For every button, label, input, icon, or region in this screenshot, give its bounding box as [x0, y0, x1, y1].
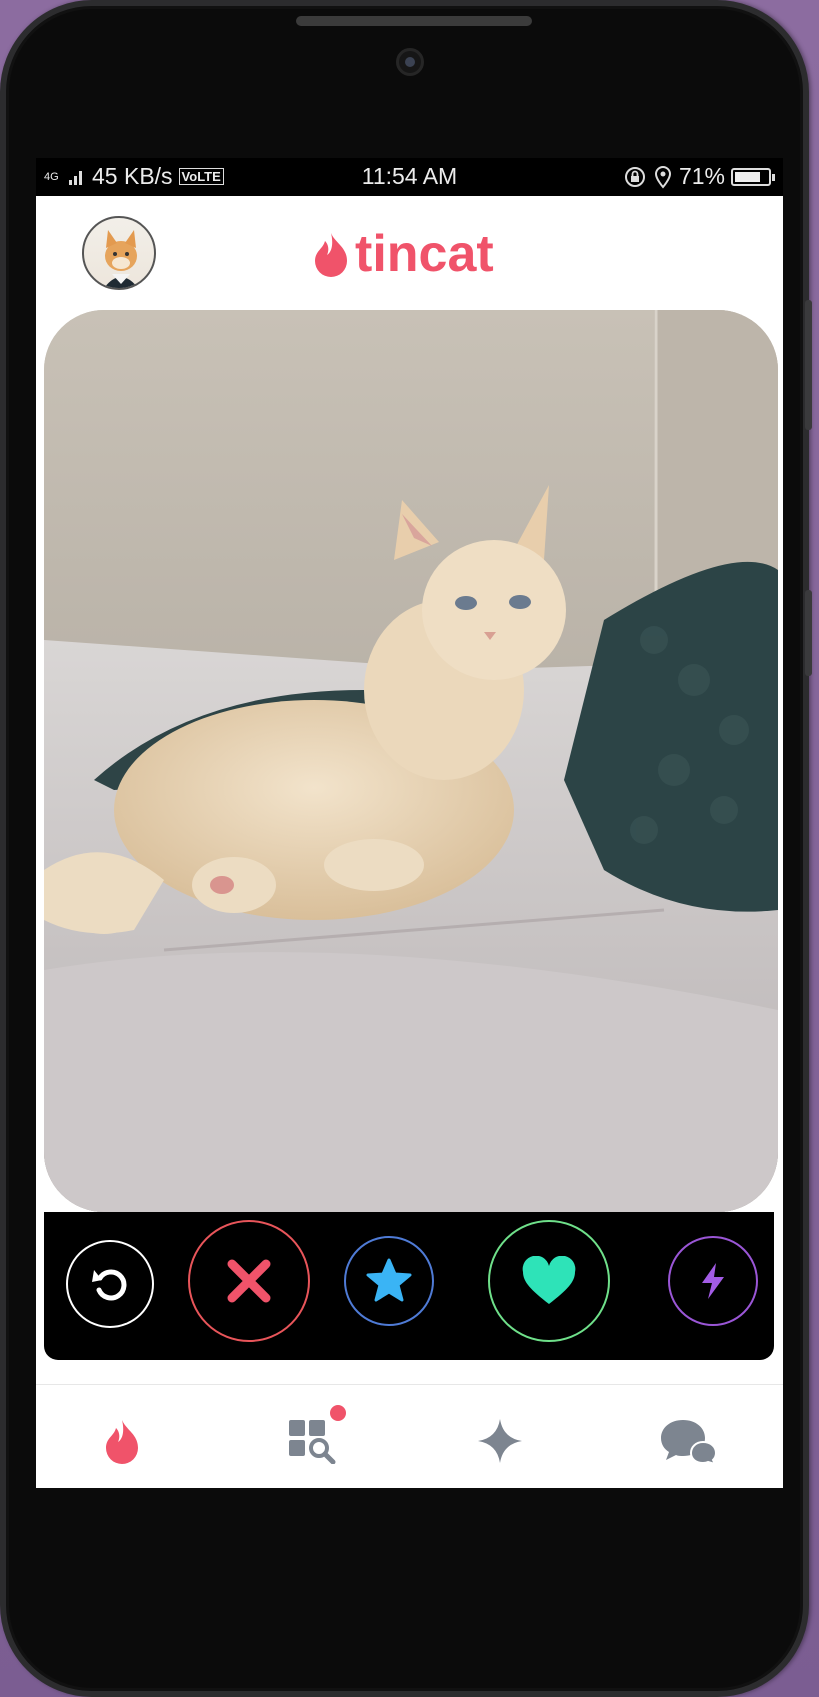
rewind-icon	[92, 1269, 127, 1301]
power-button	[805, 300, 812, 430]
like-icon	[522, 1256, 576, 1304]
location-icon	[654, 165, 671, 189]
flame-icon	[106, 1420, 138, 1464]
nope-button[interactable]	[188, 1220, 310, 1342]
app-header: tincat	[36, 196, 783, 306]
rewind-button[interactable]	[66, 1240, 154, 1328]
tab-explore[interactable]	[282, 1405, 346, 1471]
boost-icon	[702, 1263, 724, 1299]
battery-percent: 71%	[678, 163, 725, 189]
brand-name: tincat	[355, 225, 494, 283]
flame-logo-icon	[315, 233, 347, 277]
notification-dot	[330, 1405, 346, 1421]
tab-messages[interactable]	[658, 1411, 718, 1471]
chat-icon	[661, 1420, 717, 1464]
rotation-lock-icon	[624, 166, 645, 187]
action-bar	[44, 1212, 774, 1360]
app-screen: tincat	[36, 196, 783, 1488]
profile-card[interactable]	[44, 310, 778, 1212]
tab-bar	[36, 1384, 783, 1488]
status-bar: 4G 45 KB/s VoLTE 11:54 AM 71%	[36, 158, 783, 196]
avatar[interactable]	[82, 216, 156, 290]
phone-frame: 4G 45 KB/s VoLTE 11:54 AM 71% tincat	[0, 0, 809, 1697]
super-like-icon	[366, 1258, 412, 1302]
profile-photo	[44, 310, 778, 1212]
tab-home[interactable]	[92, 1411, 152, 1471]
nope-icon	[227, 1259, 271, 1303]
front-camera	[396, 48, 424, 76]
explore-icon	[289, 1420, 336, 1464]
like-button[interactable]	[488, 1220, 610, 1342]
sparkle-icon	[478, 1419, 522, 1463]
boost-button[interactable]	[668, 1236, 758, 1326]
battery-icon	[731, 167, 775, 186]
tab-top-picks[interactable]	[470, 1411, 530, 1471]
earpiece	[296, 16, 532, 26]
cat-avatar-icon	[104, 230, 138, 288]
super-like-button[interactable]	[344, 1236, 434, 1326]
volume-button	[805, 590, 812, 676]
app-logo: tincat	[311, 224, 494, 284]
screen: 4G 45 KB/s VoLTE 11:54 AM 71% tincat	[36, 158, 783, 1488]
